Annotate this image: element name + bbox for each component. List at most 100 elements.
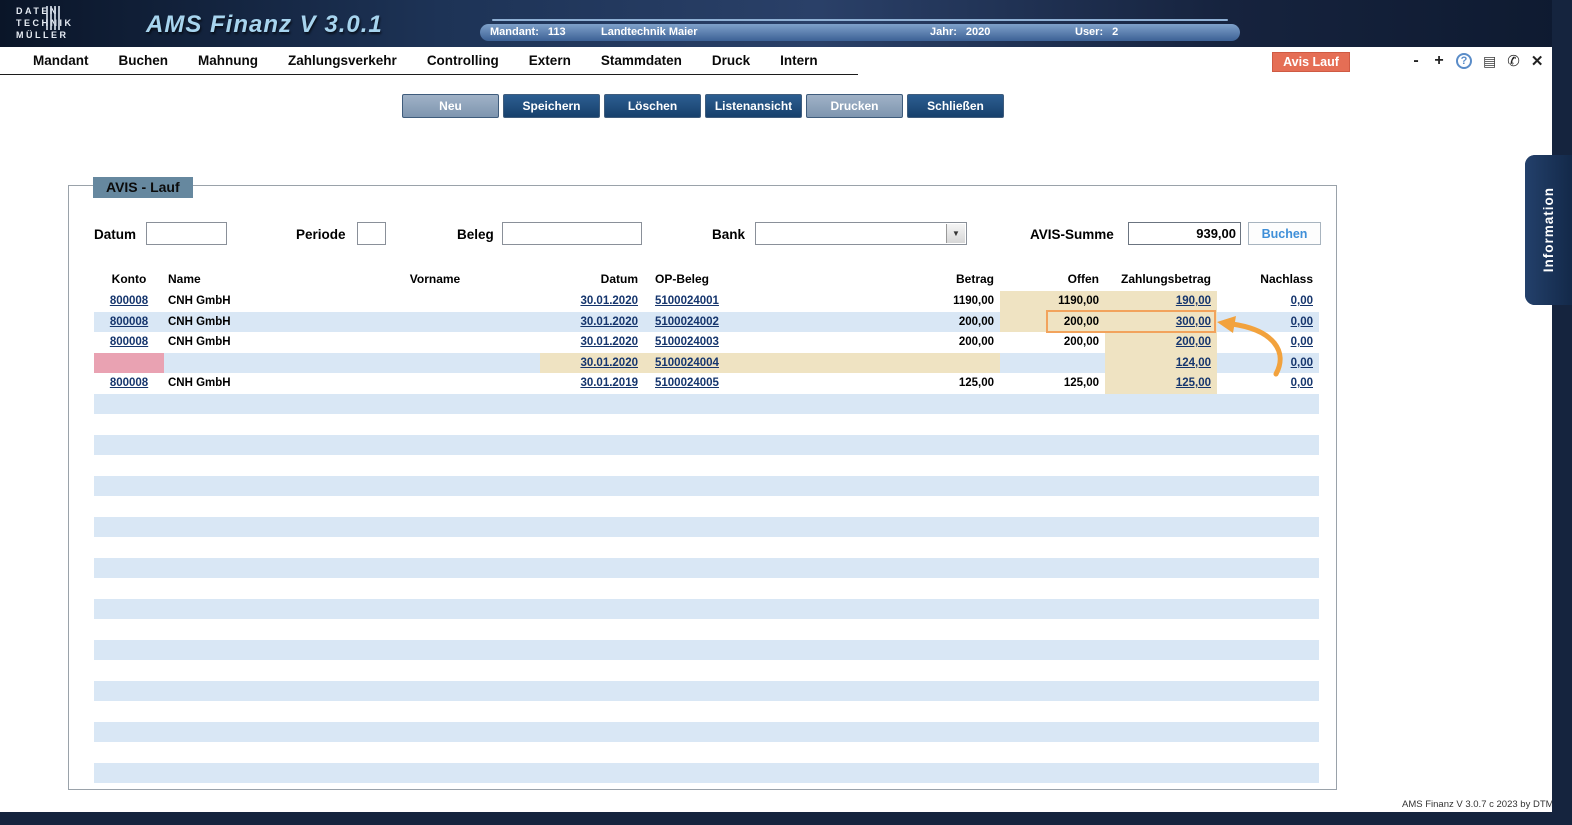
zahlungsbetrag-link[interactable]: 125,00 — [1176, 377, 1211, 389]
neu-button[interactable]: Neu — [402, 94, 499, 118]
betrag-cell: 1190,00 — [790, 291, 1000, 312]
op-beleg-link[interactable]: 5100024001 — [655, 295, 719, 307]
minimize-icon[interactable]: - — [1410, 52, 1422, 70]
menu-item-zahlungsverkehr[interactable]: Zahlungsverkehr — [288, 53, 397, 68]
konto-link[interactable]: 800008 — [110, 295, 148, 307]
datum-label: Datum — [94, 227, 136, 242]
beleg-input[interactable] — [502, 222, 642, 245]
loeschen-button[interactable]: Löschen — [604, 94, 701, 118]
zahlungsbetrag-link[interactable]: 200,00 — [1176, 336, 1211, 348]
header-offen: Offen — [1000, 268, 1105, 289]
menu-item-mahnung[interactable]: Mahnung — [198, 53, 258, 68]
table-empty-row — [94, 517, 1319, 538]
header-nachlass: Nachlass — [1217, 268, 1319, 289]
drucken-button[interactable]: Drucken — [806, 94, 903, 118]
table-row: 800008 CNH GmbH 30.01.2019 5100024005 12… — [94, 373, 1319, 394]
table-empty-row — [94, 660, 1319, 681]
close-icon[interactable]: ✕ — [1531, 52, 1544, 70]
phone-icon[interactable]: ✆ — [1507, 52, 1520, 70]
datum-link[interactable]: 30.01.2020 — [580, 316, 638, 328]
help-icon[interactable]: ? — [1456, 53, 1472, 69]
user-label: User: — [1075, 26, 1103, 38]
menu-item-buchen[interactable]: Buchen — [119, 53, 169, 68]
header-datum: Datum — [540, 268, 640, 289]
menu-underline — [0, 74, 858, 75]
information-tab[interactable]: Information — [1525, 155, 1572, 305]
offen-cell: 125,00 — [1000, 373, 1105, 394]
op-beleg-link[interactable]: 5100024002 — [655, 316, 719, 328]
konto-link[interactable]: 800008 — [110, 336, 148, 348]
user-info: User: 2 — [1075, 26, 1118, 38]
logo-line-3: MÜLLER — [16, 29, 74, 41]
nachlass-link[interactable]: 0,00 — [1291, 357, 1313, 369]
nachlass-link[interactable]: 0,00 — [1291, 316, 1313, 328]
table-empty-row — [94, 455, 1319, 476]
window-frame-bottom — [0, 812, 1572, 825]
information-tab-label: Information — [1541, 187, 1556, 272]
datum-link[interactable]: 30.01.2020 — [580, 295, 638, 307]
table-row: 800008 CNH GmbH 30.01.2020 5100024003 20… — [94, 332, 1319, 353]
menu-item-extern[interactable]: Extern — [529, 53, 571, 68]
zahlungsbetrag-link[interactable]: 300,00 — [1176, 316, 1211, 328]
op-beleg-link[interactable]: 5100024003 — [655, 336, 719, 348]
jahr-value: 2020 — [966, 26, 990, 38]
bank-dropdown[interactable]: ▼ — [755, 222, 967, 245]
name-cell: CNH GmbH — [164, 373, 330, 394]
menu-item-intern[interactable]: Intern — [780, 53, 818, 68]
title-bar: DATEN TECHNIK MÜLLER AMS Finanz V 3.0.1 … — [0, 0, 1572, 47]
periode-input[interactable] — [357, 222, 386, 245]
op-beleg-link[interactable]: 5100024004 — [655, 357, 719, 369]
version-text: AMS Finanz V 3.0.7 c 2023 by DTM — [1402, 799, 1554, 810]
app-window: DATEN TECHNIK MÜLLER AMS Finanz V 3.0.1 … — [0, 0, 1572, 825]
schliessen-button[interactable]: Schließen — [907, 94, 1004, 118]
table-empty-row — [94, 701, 1319, 722]
header-name: Name — [164, 268, 330, 289]
avis-summe-input[interactable] — [1128, 222, 1241, 245]
table-empty-row — [94, 578, 1319, 599]
op-beleg-link[interactable]: 5100024005 — [655, 377, 719, 389]
menu-item-druck[interactable]: Druck — [712, 53, 750, 68]
mandant-label: Mandant: — [490, 26, 539, 38]
buchen-button[interactable]: Buchen — [1248, 222, 1321, 245]
vorname-cell — [330, 353, 540, 374]
datum-link[interactable]: 30.01.2020 — [580, 357, 638, 369]
menu-item-mandant[interactable]: Mandant — [33, 53, 89, 68]
menu-item-controlling[interactable]: Controlling — [427, 53, 499, 68]
vorname-cell — [330, 312, 540, 333]
table-empty-row — [94, 763, 1319, 784]
table-empty-row — [94, 394, 1319, 415]
offen-cell: 200,00 — [1000, 332, 1105, 353]
panel-title: AVIS - Lauf — [93, 177, 193, 198]
document-icon[interactable]: ▤ — [1483, 53, 1496, 70]
menu-item-stammdaten[interactable]: Stammdaten — [601, 53, 682, 68]
header-vorname: Vorname — [330, 268, 540, 289]
datum-input[interactable] — [146, 222, 227, 245]
betrag-cell: 125,00 — [790, 373, 1000, 394]
active-module-badge: Avis Lauf — [1272, 52, 1350, 72]
window-frame-right — [1552, 0, 1572, 825]
speichern-button[interactable]: Speichern — [503, 94, 600, 118]
logo-line-2: TECHNIK — [16, 17, 74, 29]
table-empty-row — [94, 681, 1319, 702]
header-konto: Konto — [94, 268, 164, 289]
maximize-icon[interactable]: + — [1433, 52, 1445, 70]
nachlass-link[interactable]: 0,00 — [1291, 336, 1313, 348]
table-empty-row — [94, 742, 1319, 763]
konto-cell-error[interactable] — [94, 353, 164, 374]
chevron-down-icon[interactable]: ▼ — [946, 224, 965, 243]
konto-link[interactable]: 800008 — [110, 377, 148, 389]
infobar-highlight-line — [492, 19, 1228, 21]
zahlungsbetrag-link[interactable]: 190,00 — [1176, 295, 1211, 307]
listenansicht-button[interactable]: Listenansicht — [705, 94, 802, 118]
vorname-cell — [330, 373, 540, 394]
zahlungsbetrag-link[interactable]: 124,00 — [1176, 357, 1211, 369]
beleg-label: Beleg — [457, 227, 494, 242]
konto-link[interactable]: 800008 — [110, 316, 148, 328]
nachlass-link[interactable]: 0,00 — [1291, 295, 1313, 307]
datum-link[interactable]: 30.01.2020 — [580, 336, 638, 348]
logo-barcode-icon — [46, 6, 62, 30]
table-empty-row — [94, 476, 1319, 497]
nachlass-link[interactable]: 0,00 — [1291, 377, 1313, 389]
table-row: 800008 CNH GmbH 30.01.2020 5100024002 20… — [94, 312, 1319, 333]
datum-link[interactable]: 30.01.2019 — [580, 377, 638, 389]
